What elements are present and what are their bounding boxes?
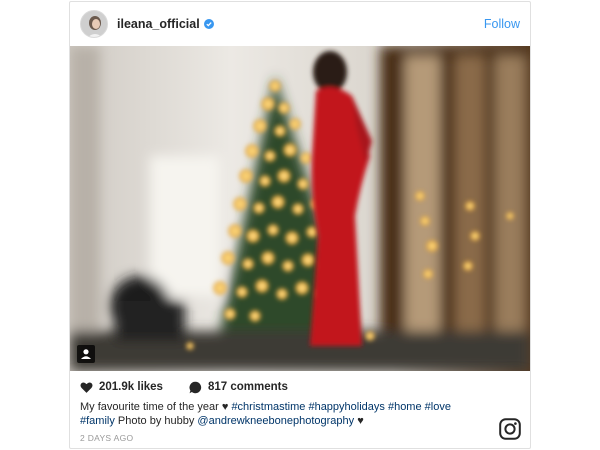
likes-count[interactable]: 201.9k likes	[99, 381, 163, 393]
post-actions: 201.9k likes 817 comments	[80, 378, 288, 396]
post-header: ileana_official Follow	[70, 2, 530, 46]
instagram-post-card: ileana_official Follow 201.9k likes 817 …	[69, 1, 531, 449]
comments-count[interactable]: 817 comments	[208, 381, 288, 393]
comment-bubble-icon[interactable]	[189, 381, 202, 394]
caption-heart: ♥	[221, 401, 229, 413]
photographer-mention[interactable]: @andrewkneebonephotography	[197, 415, 354, 427]
caption-text: My favourite time of the year	[80, 401, 219, 413]
person-tag-icon	[81, 349, 91, 359]
post-photo	[70, 46, 530, 371]
heart-icon[interactable]	[80, 381, 93, 394]
hashtag-family[interactable]: #family	[80, 415, 115, 427]
follow-button[interactable]: Follow	[484, 17, 520, 31]
photo-credit-text: Photo by hubby	[117, 415, 195, 427]
username[interactable]: ileana_official	[117, 17, 200, 31]
caption-hashtags[interactable]: #christmastime #happyholidays #home #lov…	[231, 401, 451, 413]
caption-end-heart: ♥	[357, 415, 364, 427]
tagged-people-button[interactable]	[77, 345, 95, 363]
instagram-logo-icon[interactable]	[499, 418, 521, 440]
verified-badge-icon	[203, 19, 214, 29]
avatar[interactable]	[80, 10, 108, 38]
post-timestamp[interactable]: 2 DAYS AGO	[80, 433, 133, 443]
post-caption: My favourite time of the year ♥ #christm…	[80, 400, 500, 428]
post-image[interactable]	[70, 46, 530, 371]
